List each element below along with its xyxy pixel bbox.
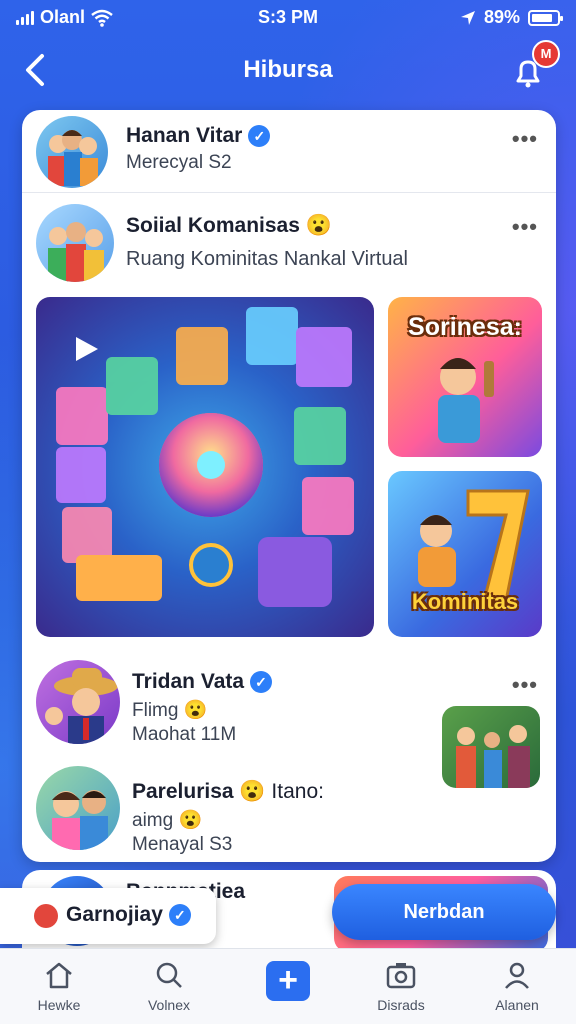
chip-label: Garnojiay: [66, 903, 163, 926]
tab-label: Hewke: [37, 997, 81, 1013]
bottom-tab-bar: Hewke Volnex + Disrads Alanen: [0, 948, 576, 1024]
list-item[interactable]: Tridan Vata ✓ Flimg 😮 Maohat 11M •••: [22, 650, 556, 788]
list-item-name: Tridan Vata: [132, 670, 245, 693]
surprised-emoji-icon: 😮: [305, 214, 332, 237]
verified-icon: ✓: [248, 125, 271, 148]
tile-label: Kominitas: [411, 589, 519, 614]
featured-image[interactable]: [36, 297, 374, 637]
community-chip[interactable]: Garnojiay ✓: [0, 888, 216, 944]
list-item-name-suffix: Itano:: [271, 780, 324, 803]
logo-icon: [34, 904, 58, 928]
profile-icon: [505, 962, 529, 989]
avatar: [36, 116, 108, 188]
create-post-button[interactable]: +: [266, 961, 310, 1001]
avatar: [36, 660, 120, 744]
post-author-name: Hanan Vitar: [126, 124, 243, 147]
notification-badge: M: [532, 40, 560, 68]
list-item-line: aimg: [132, 810, 174, 831]
list-item-meta: Maohat 11M: [132, 724, 237, 745]
person-illustration: [438, 358, 494, 443]
tab-label: Volnex: [147, 997, 191, 1013]
tab-label: Disrads: [377, 997, 425, 1013]
home-icon: [46, 962, 72, 989]
avatar: [36, 204, 114, 282]
post-header[interactable]: Hanan Vitar ✓ Merecyal S2 •••: [22, 110, 556, 192]
battery-icon: [528, 9, 563, 26]
verified-icon: ✓: [250, 671, 273, 694]
feed-card: Hanan Vitar ✓ Merecyal S2 ••• Soiial Koma…: [22, 110, 556, 862]
list-item[interactable]: Parelurisa 😮 Itano: aimg 😮 Menayal S3: [22, 760, 556, 860]
tab-label: Alanen: [495, 997, 539, 1013]
tab-home[interactable]: Hewke: [4, 959, 114, 1013]
list-item-meta: Menayal S3: [132, 834, 233, 855]
verified-icon: ✓: [168, 904, 191, 927]
emoji-icon: 😮: [239, 780, 266, 803]
community-name: Soiial Komanisas: [126, 214, 300, 237]
emoji-icon: 😮: [178, 810, 203, 831]
tab-profile[interactable]: Alanen: [462, 959, 572, 1013]
plus-icon: +: [278, 961, 298, 999]
emoji-icon: 😮: [183, 700, 208, 721]
more-options-icon[interactable]: •••: [512, 126, 538, 152]
virtual-community-illustration: [56, 307, 354, 607]
community-post-header[interactable]: Soiial Komanisas 😮 Ruang Kominitas Nanka…: [22, 192, 556, 292]
join-button[interactable]: Nerbdan: [332, 884, 556, 940]
more-options-icon[interactable]: •••: [512, 214, 538, 240]
list-item-name: Parelurisa: [132, 780, 234, 803]
battery-percent: 89%: [483, 7, 520, 27]
tab-camera[interactable]: Disrads: [346, 959, 456, 1013]
list-item-line: Flimg: [132, 700, 179, 721]
camera-icon: [386, 963, 416, 989]
status-bar: Olanl S:3 PM 89%: [0, 0, 576, 36]
search-icon: [156, 962, 182, 988]
location-icon: [460, 10, 475, 25]
more-options-icon[interactable]: •••: [512, 672, 538, 698]
avatar: [36, 766, 120, 850]
tile-top-right[interactable]: Sorinesa:: [388, 297, 542, 457]
tile-bottom-right[interactable]: Kominitas: [388, 471, 542, 637]
post-subtitle: Merecyal S2: [126, 152, 232, 173]
community-subtitle: Ruang Kominitas Nankal Virtual: [126, 248, 409, 270]
tab-search[interactable]: Volnex: [114, 959, 224, 1013]
app-header: Hibursa M: [0, 40, 576, 100]
page-title: Hibursa: [243, 56, 333, 83]
